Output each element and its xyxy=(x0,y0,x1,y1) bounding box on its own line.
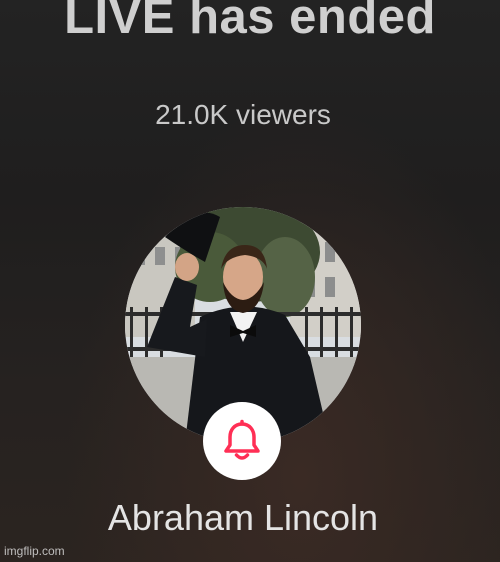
live-ended-title: LIVE has ended xyxy=(64,0,436,44)
viewers-count: 21.0K viewers xyxy=(155,99,331,130)
bell-icon xyxy=(224,419,260,460)
follow-bell-button[interactable] xyxy=(203,402,281,480)
host-name[interactable]: Abraham Lincoln xyxy=(0,495,486,541)
watermark-text: imgflip.com xyxy=(4,544,65,558)
